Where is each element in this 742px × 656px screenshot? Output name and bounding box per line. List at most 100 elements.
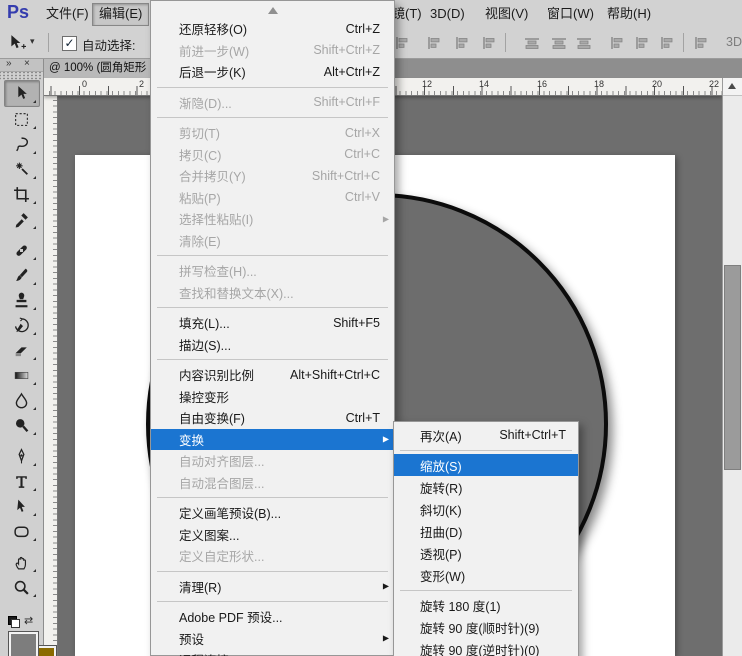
close-panel-icon[interactable]: × xyxy=(24,58,30,70)
scrollbar-thumb[interactable] xyxy=(724,265,741,470)
distribute-right-edges-icon[interactable] xyxy=(658,35,676,51)
tool-history-brush[interactable] xyxy=(5,313,39,338)
eyedropper-icon xyxy=(13,211,30,228)
tool-zoom[interactable] xyxy=(5,575,39,600)
transform-submenu-item-distort[interactable]: 扭曲(D) xyxy=(394,520,578,542)
transform-submenu-item-skew[interactable]: 斜切(K) xyxy=(394,498,578,520)
edit-menu-item-label: 清理(R) xyxy=(179,577,380,596)
swap-colors-icon[interactable]: ⇄ xyxy=(24,614,33,627)
transform-submenu-item-rotate[interactable]: 旋转(R) xyxy=(394,476,578,498)
align-top-edges-icon[interactable] xyxy=(523,35,541,51)
edit-menu-item-free-transform[interactable]: 自由变换(F)Ctrl+T xyxy=(151,407,394,429)
tool-move[interactable] xyxy=(4,80,40,107)
tool-preset-caret-icon[interactable]: ▾ xyxy=(30,36,35,47)
edit-menu-item-copy[interactable]: 拷贝(C)Ctrl+C xyxy=(151,144,394,166)
distribute-vertical-centers-icon[interactable] xyxy=(692,35,710,51)
edit-menu-item-transform[interactable]: 变换▶ xyxy=(151,429,394,451)
tool-rounded-rectangle-shape[interactable] xyxy=(5,519,39,544)
align-right-edges-icon[interactable] xyxy=(480,35,498,51)
edit-menu-item-fill[interactable]: 填充(L)...Shift+F5 xyxy=(151,312,394,334)
tool-spot-healing-brush[interactable] xyxy=(5,238,39,263)
edit-menu-item-label: 拷贝(C) xyxy=(179,145,334,164)
edit-menu-item-paste-special[interactable]: 选择性粘贴(I)▶ xyxy=(151,208,394,230)
tool-blur[interactable] xyxy=(5,388,39,413)
move-tool-preset-icon[interactable] xyxy=(8,34,26,57)
edit-menu-item-step-forward[interactable]: 前进一步(W)Shift+Ctrl+Z xyxy=(151,40,394,62)
edit-menu-item-undo-move[interactable]: 还原轻移(O)Ctrl+Z xyxy=(151,18,394,40)
edit-menu-item-check-spelling[interactable]: 拼写检查(H)... xyxy=(151,260,394,282)
collapse-panel-icon[interactable]: » xyxy=(6,58,12,70)
tool-gradient[interactable] xyxy=(5,363,39,388)
align-bottom-edges-icon[interactable] xyxy=(393,35,411,51)
edit-menu-item-auto-align-layers[interactable]: 自动对齐图层... xyxy=(151,450,394,472)
edit-menu-item-copy-merged[interactable]: 合并拷贝(Y)Shift+Ctrl+C xyxy=(151,165,394,187)
tool-path-selection[interactable] xyxy=(5,494,39,519)
edit-menu-item-presets[interactable]: 预设▶ xyxy=(151,628,394,650)
transform-submenu-item-warp[interactable]: 变形(W) xyxy=(394,564,578,586)
align-bottom-edges-icon[interactable] xyxy=(575,35,593,51)
edit-menu-item-content-aware-scale[interactable]: 内容识别比例Alt+Shift+Ctrl+C xyxy=(151,364,394,386)
auto-select-checkbox[interactable]: ✓ xyxy=(62,36,77,51)
align-horizontal-centers-icon[interactable] xyxy=(453,35,471,51)
transform-submenu-item-again[interactable]: 再次(A)Shift+Ctrl+T xyxy=(394,424,578,446)
ruler-label: 12 xyxy=(422,79,432,89)
edit-menu-item-find-and-replace-text[interactable]: 查找和替换文本(X)... xyxy=(151,282,394,304)
edit-menu-item-fade[interactable]: 渐隐(D)...Shift+Ctrl+F xyxy=(151,92,394,114)
tool-lasso[interactable] xyxy=(5,132,39,157)
transform-submenu-item-perspective[interactable]: 透视(P) xyxy=(394,542,578,564)
move-icon xyxy=(13,85,30,102)
menubar-item-view[interactable]: 视图(V) xyxy=(479,3,534,24)
edit-menu-item-label: 变换 xyxy=(179,430,380,449)
transform-submenu-item-rotate-90-cw[interactable]: 旋转 90 度(顺时针)(9) xyxy=(394,616,578,638)
edit-menu-separator xyxy=(151,251,394,260)
edit-menu-item-paste[interactable]: 粘贴(P)Ctrl+V xyxy=(151,187,394,209)
align-left-edges-icon[interactable] xyxy=(425,35,443,51)
tool-eyedropper[interactable] xyxy=(5,207,39,232)
transform-submenu-item-scale[interactable]: 缩放(S) xyxy=(394,454,578,476)
document-tab[interactable]: @ 100% (圆角矩形 1 xyxy=(44,58,162,78)
vertical-scrollbar[interactable] xyxy=(722,78,742,656)
align-vertical-centers-icon[interactable] xyxy=(550,35,568,51)
edit-menu-item-label: 前进一步(W) xyxy=(179,41,303,60)
scroll-up-arrow-icon[interactable] xyxy=(723,78,742,96)
edit-menu-item-define-custom-shape[interactable]: 定义自定形状... xyxy=(151,545,394,567)
tool-rectangular-marquee[interactable] xyxy=(5,107,39,132)
foreground-color-swatch[interactable] xyxy=(9,632,38,656)
menu-scroll-up-icon[interactable] xyxy=(268,7,278,14)
edit-menu-item-cut[interactable]: 剪切(T)Ctrl+X xyxy=(151,122,394,144)
menubar-item-window[interactable]: 窗口(W) xyxy=(541,3,600,24)
tool-dodge[interactable] xyxy=(5,413,39,438)
menubar-item-edit[interactable]: 编辑(E) xyxy=(92,3,149,26)
tool-clone-stamp[interactable] xyxy=(5,288,39,313)
distribute-horizontal-centers-icon[interactable] xyxy=(633,35,651,51)
ruler-label: 16 xyxy=(537,79,547,89)
edit-menu-item-purge[interactable]: 清理(R)▶ xyxy=(151,576,394,598)
edit-menu-item-auto-blend-layers[interactable]: 自动混合图层... xyxy=(151,472,394,494)
tool-brush[interactable] xyxy=(5,263,39,288)
edit-menu-separator xyxy=(151,303,394,312)
transform-submenu-item-rotate-90-ccw[interactable]: 旋转 90 度(逆时针)(0) xyxy=(394,638,578,656)
tool-pen[interactable] xyxy=(5,444,39,469)
tool-hand[interactable] xyxy=(5,550,39,575)
edit-menu-item-step-backward[interactable]: 后退一步(K)Alt+Ctrl+Z xyxy=(151,61,394,83)
distribute-left-edges-icon[interactable] xyxy=(608,35,626,51)
transform-submenu-item-rotate-180[interactable]: 旋转 180 度(1) xyxy=(394,594,578,616)
tool-crop[interactable] xyxy=(5,182,39,207)
photoshop-window: @ 100% (圆角矩形 1 02121416182022 » × ⇄ Ps 文… xyxy=(0,0,742,656)
submenu-arrow-icon: ▶ xyxy=(383,582,389,591)
edit-menu-item-adobe-pdf-presets[interactable]: Adobe PDF 预设... xyxy=(151,606,394,628)
menubar-item-help[interactable]: 帮助(H) xyxy=(601,3,657,24)
edit-menu-item-clear[interactable]: 清除(E) xyxy=(151,230,394,252)
tool-eraser[interactable] xyxy=(5,338,39,363)
panel-grip[interactable] xyxy=(0,72,43,80)
tool-quick-selection[interactable] xyxy=(5,157,39,182)
edit-menu-item-define-pattern[interactable]: 定义图案... xyxy=(151,524,394,546)
edit-menu-item-define-brush-preset[interactable]: 定义画笔预设(B)... xyxy=(151,502,394,524)
edit-menu-item-stroke[interactable]: 描边(S)... xyxy=(151,334,394,356)
default-colors-icon[interactable] xyxy=(8,616,20,628)
edit-menu-item-remote-connections[interactable]: 远程连接... xyxy=(151,649,394,656)
menubar-item-3d[interactable]: 3D(D) xyxy=(424,3,471,24)
edit-menu-item-puppet-warp[interactable]: 操控变形 xyxy=(151,386,394,408)
menubar-item-file[interactable]: 文件(F) xyxy=(40,3,95,24)
tool-type[interactable] xyxy=(5,469,39,494)
